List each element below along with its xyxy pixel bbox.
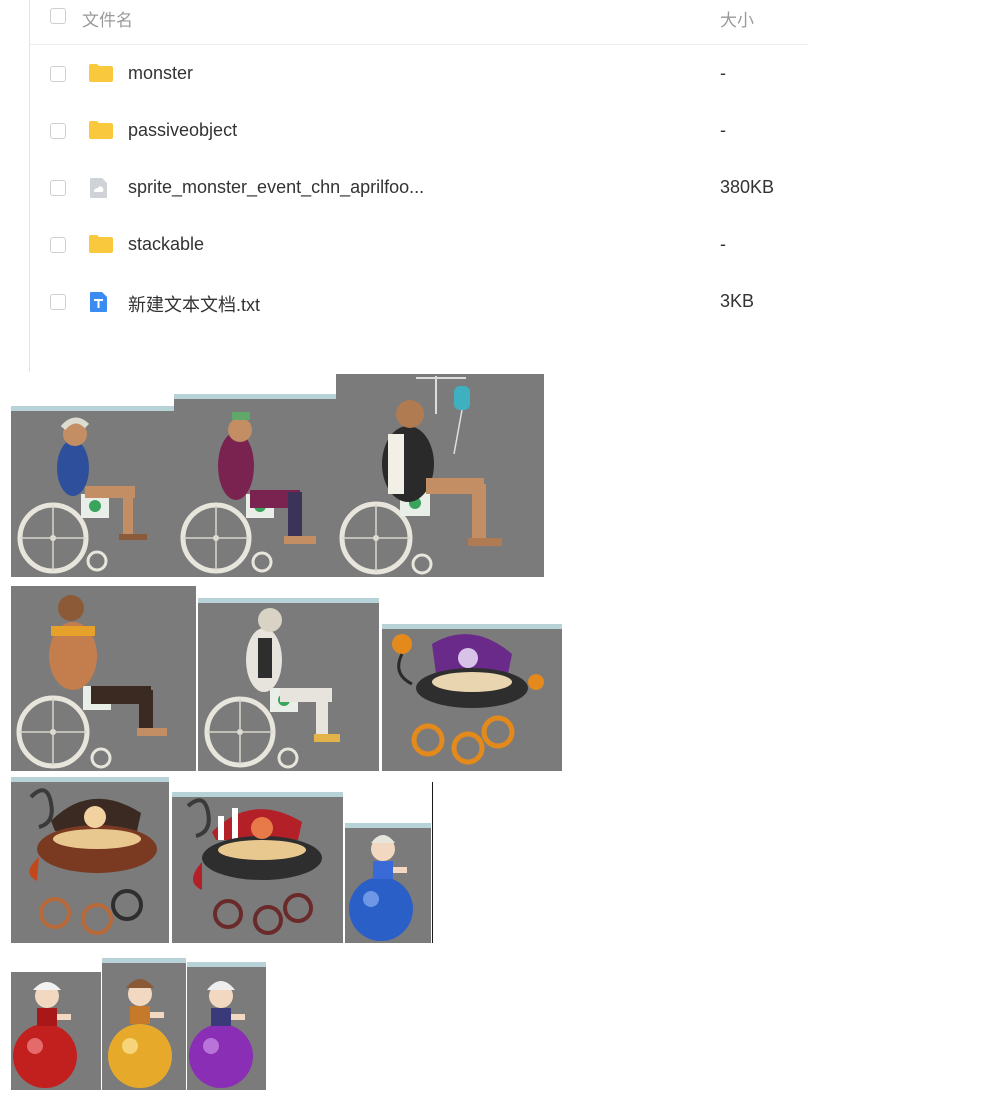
wheelchair-man-icon <box>204 608 340 769</box>
wheelchair-man-icon <box>180 412 316 574</box>
ball-rider-icon <box>189 981 253 1088</box>
sprite-girl-on-blue-ball <box>345 823 431 943</box>
file-list-panel: 文件名 大小 monster - passiveobject - sprite_… <box>0 0 808 372</box>
sprite-wheelchair-man-3 <box>11 586 196 771</box>
sprite-carriage-brown <box>11 777 169 943</box>
wheelchair-man-icon <box>17 417 147 574</box>
wheelchair-man-icon <box>16 595 167 769</box>
file-size: - <box>720 120 726 140</box>
file-row-sprite[interactable]: sprite_monster_event_chn_aprilfoo... 380… <box>30 159 808 216</box>
column-header-name[interactable]: 文件名 <box>82 6 133 31</box>
file-list-header: 文件名 大小 <box>30 0 808 45</box>
row-checkbox[interactable] <box>50 237 66 253</box>
folder-icon <box>88 120 113 140</box>
sprite-wheelchair-man-iv <box>336 374 544 577</box>
sprite-pumpkin-carriage-purple <box>382 624 562 771</box>
sprite-sheet-preview <box>0 372 981 1098</box>
row-checkbox[interactable] <box>50 123 66 139</box>
sprite-carriage-red <box>172 792 343 943</box>
folder-icon <box>88 234 113 254</box>
file-name[interactable]: sprite_monster_event_chn_aprilfoo... <box>128 177 424 198</box>
file-size: 380KB <box>720 177 775 197</box>
row-checkbox[interactable] <box>50 180 66 196</box>
sprite-wheelchair-man-1 <box>11 406 174 577</box>
wheelchair-iv-icon <box>339 376 502 575</box>
file-name[interactable]: 新建文本文档.txt <box>128 291 260 317</box>
file-name[interactable]: monster <box>128 63 193 84</box>
file-size: 3KB <box>720 291 755 311</box>
file-row-stackable[interactable]: stackable - <box>30 216 808 273</box>
sprite-girl-on-purple-ball <box>187 962 266 1090</box>
ball-rider-icon <box>349 835 413 941</box>
column-header-size[interactable]: 大小 <box>720 6 754 31</box>
divider-line <box>432 782 433 943</box>
file-row-monster[interactable]: monster - <box>30 45 808 102</box>
carriage-icon <box>29 788 157 935</box>
sprite-wheelchair-man-2 <box>174 394 336 577</box>
text-file-icon <box>88 291 110 312</box>
carriage-icon <box>392 634 544 765</box>
folder-icon <box>88 63 113 83</box>
carriage-icon <box>186 798 322 935</box>
row-checkbox[interactable] <box>50 66 66 82</box>
file-name[interactable]: passiveobject <box>128 120 237 141</box>
select-all-checkbox[interactable] <box>50 8 66 24</box>
generic-file-icon <box>88 177 110 198</box>
file-size: - <box>720 63 726 83</box>
ball-rider-icon <box>108 979 172 1088</box>
file-row-text-doc[interactable]: 新建文本文档.txt 3KB <box>30 273 808 330</box>
file-name[interactable]: stackable <box>128 234 204 255</box>
file-row-passiveobject[interactable]: passiveobject - <box>30 102 808 159</box>
file-size: - <box>720 234 726 254</box>
sprite-wheelchair-man-4 <box>198 598 379 771</box>
sprite-girl-on-red-ball <box>11 972 101 1090</box>
sprite-girl-on-yellow-ball <box>102 958 186 1090</box>
ball-rider-icon <box>13 982 77 1088</box>
row-checkbox[interactable] <box>50 294 66 310</box>
